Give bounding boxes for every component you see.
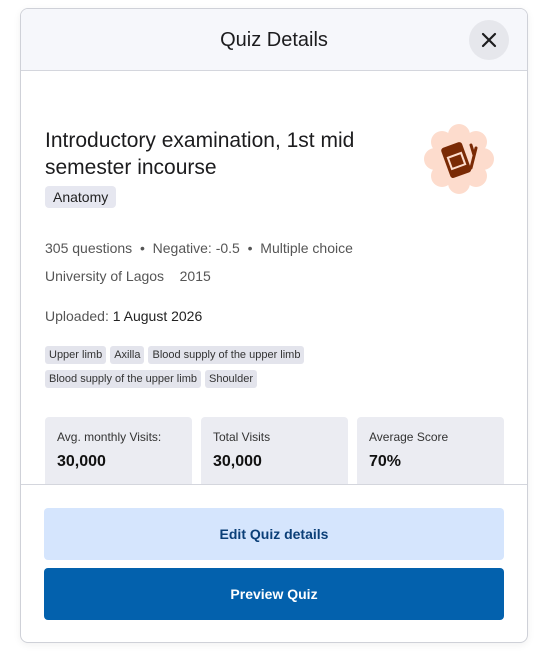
details-scroll-area[interactable]: Introductory examination, 1st mid semest… — [21, 71, 527, 485]
year: 2015 — [179, 268, 211, 284]
question-count: 305 questions — [45, 240, 133, 256]
topic-tag: Blood supply of the upper limb — [148, 346, 305, 364]
stat-card-monthly-visits: Avg. monthly Visits: 30,000 — [45, 417, 192, 484]
upload-info: Uploaded: 1 August 2026 — [45, 308, 202, 324]
close-icon — [481, 32, 497, 48]
dialog-title: Quiz Details — [220, 29, 328, 51]
subject-badge: Anatomy — [45, 186, 117, 208]
stat-value: 30,000 — [213, 453, 262, 470]
negative-marking: Negative: -0.5 — [152, 240, 240, 256]
stats-row: Avg. monthly Visits: 30,000 Total Visits 3… — [45, 417, 504, 484]
quiz-title: Introductory examination, 1st mid semest… — [45, 129, 355, 179]
uploaded-date: 1 August 2026 — [112, 308, 203, 324]
uploaded-label: Uploaded: — [45, 308, 109, 324]
quiz-source: University of Lagos 2015 — [45, 268, 211, 284]
topic-tags: Upper limb Axilla Blood supply of the up… — [45, 346, 345, 388]
quiz-details-dialog: Quiz Details Introductory examination, 1… — [20, 8, 528, 643]
topic-tag: Blood supply of the upper limb — [45, 370, 201, 388]
topic-tag: Upper limb — [45, 346, 107, 364]
question-type: Multiple choice — [260, 240, 353, 256]
edit-quiz-button[interactable]: Edit Quiz details — [44, 508, 504, 560]
preview-quiz-button[interactable]: Preview Quiz — [44, 568, 504, 620]
stat-card-average-score: Average Score 70% — [357, 417, 504, 484]
dialog-header: Quiz Details — [21, 9, 527, 71]
topic-tag: Shoulder — [204, 370, 258, 388]
stat-label: Total Visits — [213, 430, 271, 444]
close-button[interactable] — [469, 20, 509, 60]
stat-label: Average Score — [369, 430, 449, 444]
stat-label: Avg. monthly Visits: — [57, 430, 162, 444]
flashcards-icon — [424, 124, 494, 194]
stat-card-total-visits: Total Visits 30,000 — [201, 417, 348, 484]
stat-value: 70% — [369, 453, 402, 470]
stat-value: 30,000 — [57, 453, 106, 470]
institution: University of Lagos — [45, 268, 165, 284]
quiz-meta: 305 questions • Negative: -0.5 • Multipl… — [45, 240, 353, 256]
topic-tag: Axilla — [110, 346, 145, 364]
